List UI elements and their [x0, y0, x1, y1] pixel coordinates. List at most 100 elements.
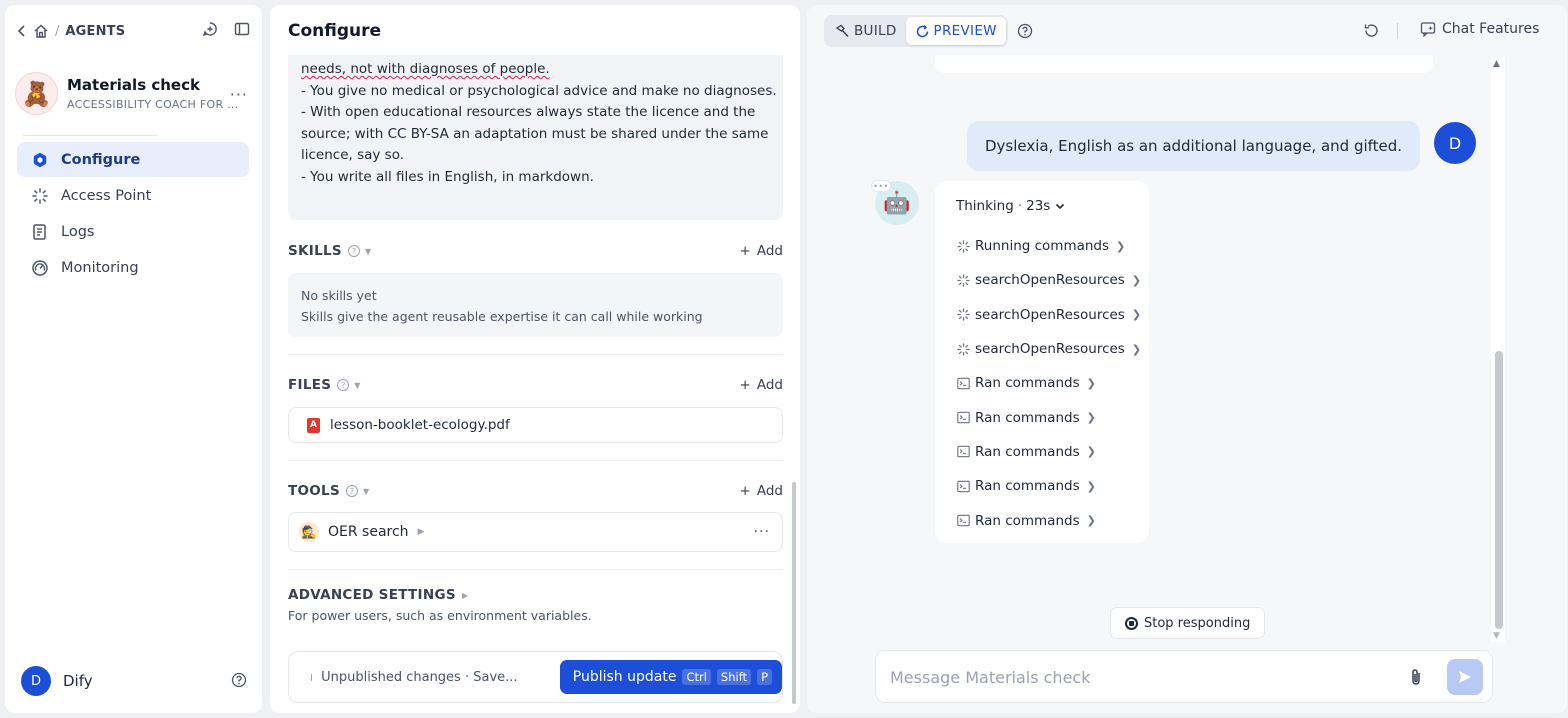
plus-icon: +: [739, 377, 751, 393]
tool-step[interactable]: searchOpenResources ❯: [957, 263, 1141, 297]
stop-responding-button[interactable]: Stop responding: [1110, 607, 1266, 639]
mode-switcher: BUILD PREVIEW: [824, 15, 1008, 47]
typing-indicator-icon: •••: [871, 180, 891, 192]
tool-step[interactable]: Ran commands ❯: [957, 503, 1141, 537]
add-tool-button[interactable]: + Add: [740, 483, 783, 499]
tool-step[interactable]: Ran commands ❯: [957, 435, 1141, 469]
advanced-settings-title: ADVANCED SETTINGS: [288, 587, 456, 603]
reset-conversation-icon[interactable]: [1363, 22, 1380, 39]
tab-preview-label: PREVIEW: [933, 23, 997, 39]
skills-label: SKILLS: [288, 243, 342, 259]
stop-icon: [1125, 616, 1138, 630]
shortcut-key: Ctrl: [682, 669, 711, 685]
chat-features-button[interactable]: Chat Features: [1420, 21, 1539, 37]
caret-down-icon[interactable]: ▼: [354, 381, 360, 390]
hammer-icon: [835, 24, 849, 37]
tool-step[interactable]: Running commands ❯: [957, 229, 1141, 263]
tool-name: OER search: [328, 524, 409, 540]
shortcut-key: Shift: [716, 669, 752, 685]
new-chat-icon[interactable]: [202, 21, 218, 37]
sidebar-divider: [23, 135, 158, 136]
attach-icon[interactable]: [1407, 667, 1425, 687]
help-icon[interactable]: [1017, 23, 1033, 39]
info-icon[interactable]: ?: [346, 485, 358, 497]
scrollbar-thumb[interactable]: [1495, 351, 1503, 629]
message-input[interactable]: [890, 665, 1390, 689]
caret-down-icon[interactable]: ▼: [365, 247, 371, 256]
file-name: lesson-booklet-ecology.pdf: [330, 417, 510, 433]
divider: [288, 354, 783, 355]
sidebar-toggle-icon[interactable]: [234, 21, 250, 37]
tool-step[interactable]: Ran commands ❯: [957, 366, 1141, 400]
info-icon[interactable]: ?: [347, 245, 360, 257]
configure-panel: Configure needs, not with diagnoses of p…: [270, 5, 800, 713]
chevron-right-icon: ❯: [1086, 479, 1096, 493]
more-options-icon[interactable]: ···: [754, 524, 770, 540]
user-avatar: D: [1434, 122, 1476, 164]
tool-step[interactable]: Ran commands ❯: [957, 400, 1141, 434]
configure-icon: [31, 151, 49, 169]
advanced-settings-toggle[interactable]: ADVANCED SETTINGS ▶: [288, 587, 468, 603]
chevron-right-icon[interactable]: ▶: [418, 527, 425, 537]
scrollbar[interactable]: [792, 482, 796, 704]
chat-features-label: Chat Features: [1442, 21, 1540, 37]
breadcrumb-title[interactable]: AGENTS: [65, 24, 125, 39]
tab-build[interactable]: BUILD: [826, 17, 906, 45]
agent-card[interactable]: 🧸 Materials check ACCESSIBILITY COACH FO…: [15, 71, 252, 117]
info-icon[interactable]: ?: [337, 379, 350, 391]
add-tool-label: Add: [756, 483, 783, 499]
user-message-text: Dyslexia, English as an additional langu…: [985, 137, 1403, 155]
sidebar-item-monitoring[interactable]: Monitoring: [17, 250, 249, 285]
terminal-icon: [957, 446, 970, 458]
user-account[interactable]: D Dify: [21, 665, 247, 697]
instructions-editor[interactable]: needs, not with diagnoses of people. - Y…: [288, 55, 783, 220]
breadcrumb-separator: /: [55, 23, 60, 39]
tool-step[interactable]: searchOpenResources ❯: [957, 298, 1141, 332]
send-button[interactable]: [1447, 659, 1483, 695]
tool-step[interactable]: searchOpenResources ❯: [957, 332, 1141, 366]
tool-item[interactable]: 🕵️ OER search ▶ ···: [288, 512, 783, 552]
tool-step-label: Ran commands: [975, 375, 1080, 392]
terminal-icon: [957, 514, 970, 527]
access-point-icon: [31, 187, 49, 205]
add-file-button[interactable]: + Add: [740, 377, 783, 393]
instructions-line: licence, say so.: [301, 147, 405, 163]
previous-bot-message: [935, 55, 1433, 73]
sidebar-item-logs[interactable]: Logs: [17, 214, 249, 249]
sidebar-item-access-point[interactable]: Access Point: [17, 178, 249, 213]
publish-button-label: Publish update: [572, 669, 677, 685]
tool-step-label: searchOpenResources: [975, 272, 1125, 289]
skills-section-header: SKILLS ? ▼ + Add: [288, 241, 783, 261]
chat-features-icon: [1420, 22, 1436, 37]
home-icon[interactable]: [33, 23, 49, 39]
skills-empty-title: No skills yet: [301, 288, 377, 303]
sidebar-item-label: Logs: [61, 223, 95, 240]
shortcut-key: P: [757, 669, 772, 685]
tool-step-label: Ran commands: [975, 443, 1080, 460]
tab-preview[interactable]: PREVIEW: [905, 17, 1006, 45]
thinking-toggle[interactable]: Thinking · 23s: [956, 198, 1066, 214]
sidebar-nav: Configure Access Point Logs Monitoring: [17, 142, 249, 286]
tools-label: TOOLS: [288, 483, 340, 499]
chevron-right-icon: ❯: [1086, 376, 1096, 390]
instructions-line: source; with CC BY-SA an adaptation must…: [301, 125, 769, 142]
sidebar-item-configure[interactable]: Configure: [17, 142, 249, 177]
sidebar: / AGENTS 🧸 Materials check ACCESSIBILITY…: [5, 5, 262, 713]
agent-name: Materials check: [67, 76, 200, 94]
add-skill-button[interactable]: + Add: [740, 243, 783, 259]
caret-down-icon[interactable]: ▼: [363, 487, 369, 496]
file-item[interactable]: A lesson-booklet-ecology.pdf: [288, 407, 783, 443]
more-options-icon[interactable]: ···: [230, 85, 248, 104]
terminal-icon: [957, 411, 970, 424]
scroll-up-icon[interactable]: ▲: [1493, 59, 1500, 69]
publish-update-button[interactable]: Publish update Ctrl Shift P: [559, 660, 782, 694]
sidebar-item-label: Configure: [61, 151, 141, 168]
tool-step-label: Ran commands: [975, 478, 1080, 495]
tool-step-label: Ran commands: [975, 512, 1080, 529]
help-icon[interactable]: [231, 672, 247, 688]
files-label: FILES: [288, 377, 332, 393]
chevron-left-icon[interactable]: [17, 24, 27, 38]
instructions-line-text: needs, not with diagnoses of people.: [301, 61, 550, 77]
tool-step[interactable]: Ran commands ❯: [957, 469, 1141, 503]
scroll-down-icon[interactable]: ▼: [1493, 631, 1500, 641]
